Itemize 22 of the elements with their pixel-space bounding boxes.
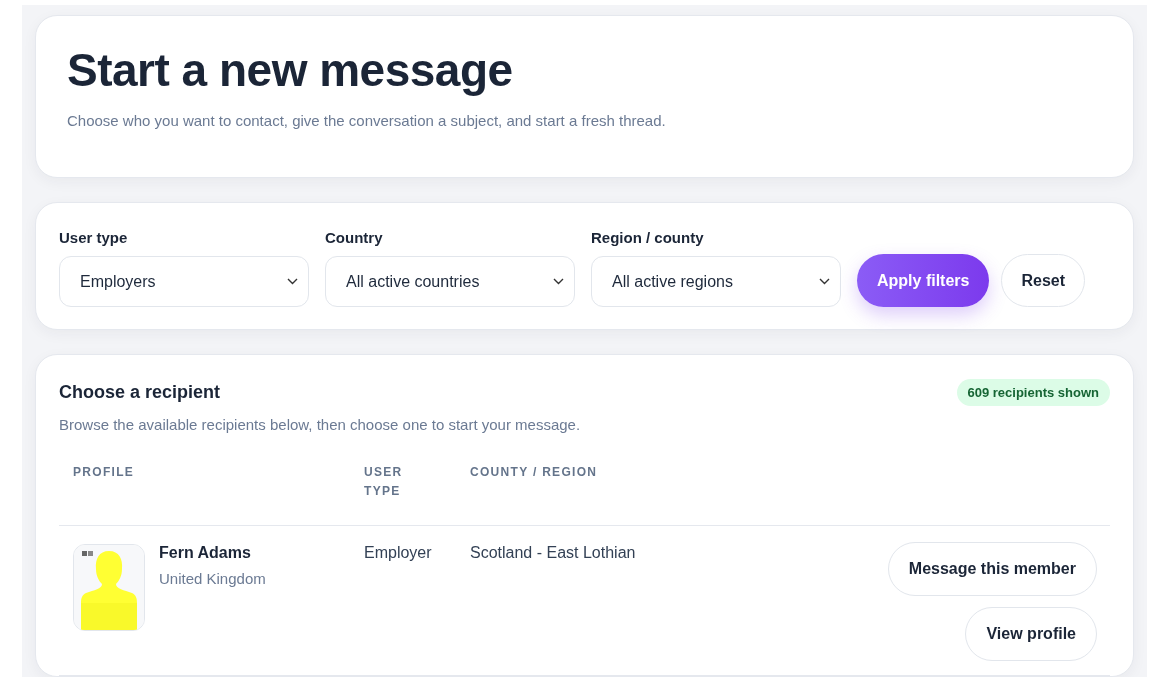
recipient-name: Fern Adams [159,544,252,562]
column-header: COUNTY / REGION [470,463,888,526]
recipient-country: United Kingdom [159,570,266,587]
count-badge: 609 recipients shown [956,379,1110,406]
column-header: PROFILE [59,463,364,526]
dropdown[interactable]: All active regions [591,256,841,307]
filter-label: Region / county [591,229,705,246]
column-header: USER TYPE [364,463,470,526]
filter-label: Country [325,229,384,246]
section-title: Choose a recipient [59,382,221,403]
table-cell: Scotland - East Lothian [470,544,636,561]
section-description: Browse the available recipients below, then choose one to start your message. [59,416,582,433]
reset-button[interactable]: Reset [1001,254,1086,307]
view-profile-button[interactable]: View profile [965,607,1097,661]
message-button[interactable]: Message this member [887,542,1097,596]
apply-button[interactable]: Apply filters [857,254,990,307]
table-cell: Employer [364,544,432,561]
page-title: Start a new message [67,43,514,98]
filter-label: User type [59,229,129,246]
page-subtitle: Choose who you want to contact, give the conversation a subject, and start a fresh thread. [67,112,667,129]
dropdown[interactable]: Employers [59,256,309,307]
dropdown[interactable]: All active countries [325,256,575,307]
